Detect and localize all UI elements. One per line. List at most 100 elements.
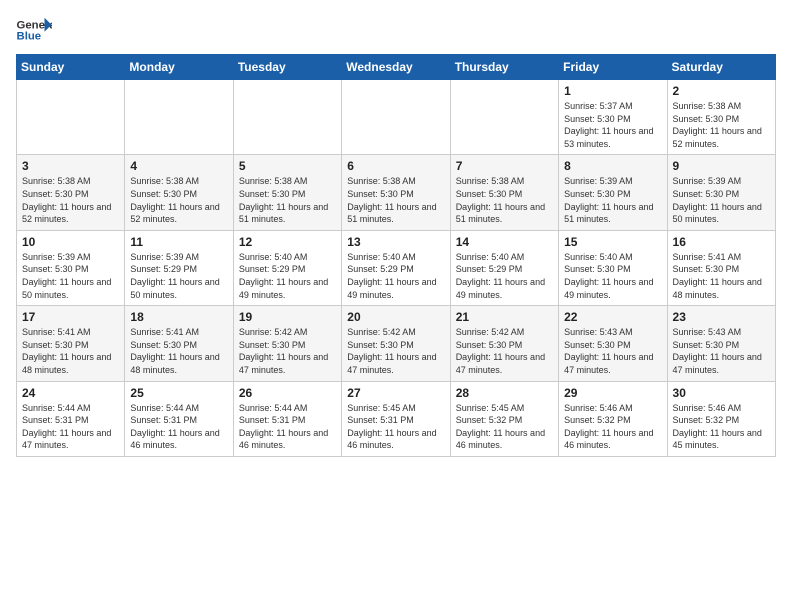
day-number: 8 <box>564 159 661 173</box>
day-cell: 4 Sunrise: 5:38 AMSunset: 5:30 PMDayligh… <box>125 155 233 230</box>
day-number: 19 <box>239 310 336 324</box>
day-info: Sunrise: 5:41 AMSunset: 5:30 PMDaylight:… <box>22 326 119 376</box>
calendar-header-monday: Monday <box>125 55 233 80</box>
day-number: 20 <box>347 310 444 324</box>
week-row-3: 17 Sunrise: 5:41 AMSunset: 5:30 PMDaylig… <box>17 306 776 381</box>
day-number: 5 <box>239 159 336 173</box>
day-info: Sunrise: 5:38 AMSunset: 5:30 PMDaylight:… <box>673 100 770 150</box>
day-cell <box>342 80 450 155</box>
day-info: Sunrise: 5:44 AMSunset: 5:31 PMDaylight:… <box>130 402 227 452</box>
day-cell: 23 Sunrise: 5:43 AMSunset: 5:30 PMDaylig… <box>667 306 775 381</box>
day-number: 29 <box>564 386 661 400</box>
day-info: Sunrise: 5:45 AMSunset: 5:31 PMDaylight:… <box>347 402 444 452</box>
logo-icon: General Blue <box>16 16 52 44</box>
day-cell: 10 Sunrise: 5:39 AMSunset: 5:30 PMDaylig… <box>17 230 125 305</box>
calendar-header-row: SundayMondayTuesdayWednesdayThursdayFrid… <box>17 55 776 80</box>
day-info: Sunrise: 5:46 AMSunset: 5:32 PMDaylight:… <box>673 402 770 452</box>
day-cell: 2 Sunrise: 5:38 AMSunset: 5:30 PMDayligh… <box>667 80 775 155</box>
day-number: 15 <box>564 235 661 249</box>
day-info: Sunrise: 5:43 AMSunset: 5:30 PMDaylight:… <box>564 326 661 376</box>
day-info: Sunrise: 5:45 AMSunset: 5:32 PMDaylight:… <box>456 402 553 452</box>
week-row-1: 3 Sunrise: 5:38 AMSunset: 5:30 PMDayligh… <box>17 155 776 230</box>
day-info: Sunrise: 5:41 AMSunset: 5:30 PMDaylight:… <box>673 251 770 301</box>
day-number: 13 <box>347 235 444 249</box>
day-cell: 12 Sunrise: 5:40 AMSunset: 5:29 PMDaylig… <box>233 230 341 305</box>
day-info: Sunrise: 5:46 AMSunset: 5:32 PMDaylight:… <box>564 402 661 452</box>
day-number: 16 <box>673 235 770 249</box>
day-info: Sunrise: 5:41 AMSunset: 5:30 PMDaylight:… <box>130 326 227 376</box>
day-cell <box>17 80 125 155</box>
day-number: 10 <box>22 235 119 249</box>
day-info: Sunrise: 5:39 AMSunset: 5:30 PMDaylight:… <box>22 251 119 301</box>
day-info: Sunrise: 5:40 AMSunset: 5:30 PMDaylight:… <box>564 251 661 301</box>
day-number: 28 <box>456 386 553 400</box>
day-cell: 29 Sunrise: 5:46 AMSunset: 5:32 PMDaylig… <box>559 381 667 456</box>
day-number: 11 <box>130 235 227 249</box>
calendar-header-sunday: Sunday <box>17 55 125 80</box>
day-cell: 8 Sunrise: 5:39 AMSunset: 5:30 PMDayligh… <box>559 155 667 230</box>
day-number: 3 <box>22 159 119 173</box>
calendar-header-thursday: Thursday <box>450 55 558 80</box>
day-cell: 26 Sunrise: 5:44 AMSunset: 5:31 PMDaylig… <box>233 381 341 456</box>
day-info: Sunrise: 5:38 AMSunset: 5:30 PMDaylight:… <box>22 175 119 225</box>
day-info: Sunrise: 5:44 AMSunset: 5:31 PMDaylight:… <box>239 402 336 452</box>
day-cell: 17 Sunrise: 5:41 AMSunset: 5:30 PMDaylig… <box>17 306 125 381</box>
day-cell: 6 Sunrise: 5:38 AMSunset: 5:30 PMDayligh… <box>342 155 450 230</box>
day-info: Sunrise: 5:39 AMSunset: 5:29 PMDaylight:… <box>130 251 227 301</box>
day-number: 30 <box>673 386 770 400</box>
day-cell: 24 Sunrise: 5:44 AMSunset: 5:31 PMDaylig… <box>17 381 125 456</box>
day-number: 25 <box>130 386 227 400</box>
day-number: 14 <box>456 235 553 249</box>
day-cell <box>233 80 341 155</box>
day-info: Sunrise: 5:38 AMSunset: 5:30 PMDaylight:… <box>239 175 336 225</box>
day-cell: 19 Sunrise: 5:42 AMSunset: 5:30 PMDaylig… <box>233 306 341 381</box>
day-number: 27 <box>347 386 444 400</box>
day-info: Sunrise: 5:38 AMSunset: 5:30 PMDaylight:… <box>130 175 227 225</box>
day-number: 17 <box>22 310 119 324</box>
day-cell: 7 Sunrise: 5:38 AMSunset: 5:30 PMDayligh… <box>450 155 558 230</box>
day-cell: 30 Sunrise: 5:46 AMSunset: 5:32 PMDaylig… <box>667 381 775 456</box>
day-cell: 11 Sunrise: 5:39 AMSunset: 5:29 PMDaylig… <box>125 230 233 305</box>
day-cell: 21 Sunrise: 5:42 AMSunset: 5:30 PMDaylig… <box>450 306 558 381</box>
day-number: 22 <box>564 310 661 324</box>
day-info: Sunrise: 5:40 AMSunset: 5:29 PMDaylight:… <box>347 251 444 301</box>
day-number: 6 <box>347 159 444 173</box>
day-number: 23 <box>673 310 770 324</box>
calendar-header-saturday: Saturday <box>667 55 775 80</box>
week-row-4: 24 Sunrise: 5:44 AMSunset: 5:31 PMDaylig… <box>17 381 776 456</box>
day-info: Sunrise: 5:40 AMSunset: 5:29 PMDaylight:… <box>456 251 553 301</box>
day-cell: 1 Sunrise: 5:37 AMSunset: 5:30 PMDayligh… <box>559 80 667 155</box>
day-info: Sunrise: 5:44 AMSunset: 5:31 PMDaylight:… <box>22 402 119 452</box>
day-number: 12 <box>239 235 336 249</box>
day-info: Sunrise: 5:39 AMSunset: 5:30 PMDaylight:… <box>673 175 770 225</box>
day-number: 4 <box>130 159 227 173</box>
day-cell: 9 Sunrise: 5:39 AMSunset: 5:30 PMDayligh… <box>667 155 775 230</box>
day-cell: 18 Sunrise: 5:41 AMSunset: 5:30 PMDaylig… <box>125 306 233 381</box>
day-info: Sunrise: 5:39 AMSunset: 5:30 PMDaylight:… <box>564 175 661 225</box>
week-row-0: 1 Sunrise: 5:37 AMSunset: 5:30 PMDayligh… <box>17 80 776 155</box>
day-info: Sunrise: 5:40 AMSunset: 5:29 PMDaylight:… <box>239 251 336 301</box>
day-number: 1 <box>564 84 661 98</box>
day-info: Sunrise: 5:37 AMSunset: 5:30 PMDaylight:… <box>564 100 661 150</box>
day-info: Sunrise: 5:43 AMSunset: 5:30 PMDaylight:… <box>673 326 770 376</box>
calendar-header-tuesday: Tuesday <box>233 55 341 80</box>
week-row-2: 10 Sunrise: 5:39 AMSunset: 5:30 PMDaylig… <box>17 230 776 305</box>
day-number: 24 <box>22 386 119 400</box>
day-cell: 15 Sunrise: 5:40 AMSunset: 5:30 PMDaylig… <box>559 230 667 305</box>
day-info: Sunrise: 5:42 AMSunset: 5:30 PMDaylight:… <box>347 326 444 376</box>
calendar-header-friday: Friday <box>559 55 667 80</box>
day-cell: 22 Sunrise: 5:43 AMSunset: 5:30 PMDaylig… <box>559 306 667 381</box>
logo: General Blue <box>16 16 56 44</box>
day-number: 26 <box>239 386 336 400</box>
day-number: 9 <box>673 159 770 173</box>
day-cell: 27 Sunrise: 5:45 AMSunset: 5:31 PMDaylig… <box>342 381 450 456</box>
day-info: Sunrise: 5:42 AMSunset: 5:30 PMDaylight:… <box>456 326 553 376</box>
calendar-header-wednesday: Wednesday <box>342 55 450 80</box>
day-cell: 5 Sunrise: 5:38 AMSunset: 5:30 PMDayligh… <box>233 155 341 230</box>
day-number: 2 <box>673 84 770 98</box>
day-cell: 25 Sunrise: 5:44 AMSunset: 5:31 PMDaylig… <box>125 381 233 456</box>
day-number: 18 <box>130 310 227 324</box>
day-cell: 16 Sunrise: 5:41 AMSunset: 5:30 PMDaylig… <box>667 230 775 305</box>
day-cell: 13 Sunrise: 5:40 AMSunset: 5:29 PMDaylig… <box>342 230 450 305</box>
day-cell <box>450 80 558 155</box>
